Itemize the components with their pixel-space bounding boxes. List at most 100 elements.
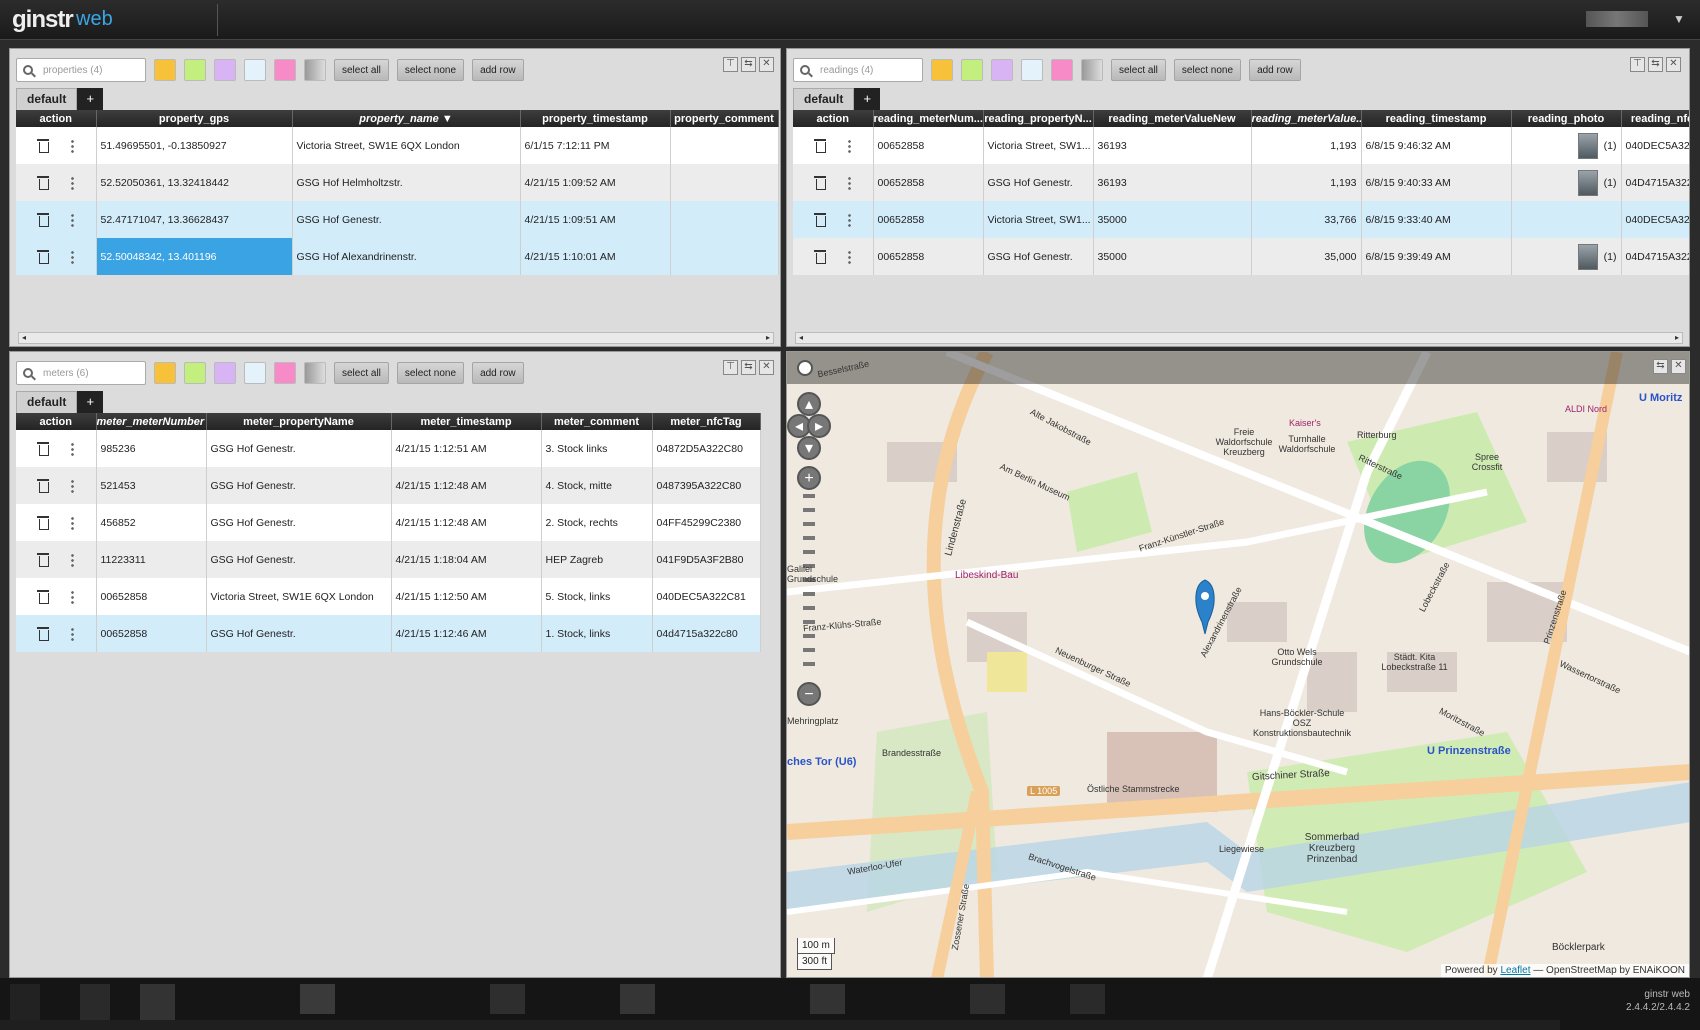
scroll-left-icon[interactable]: ◂ [19, 332, 29, 344]
drag-handle-icon[interactable] [848, 212, 852, 227]
zoom-out-button[interactable]: − [797, 682, 821, 706]
close-icon[interactable]: ✕ [759, 57, 774, 72]
cell-property[interactable]: GSG Hof Genestr. [206, 467, 392, 504]
color-filter-grey[interactable] [1081, 59, 1103, 81]
cell-property[interactable]: GSG Hof Genestr. [206, 430, 392, 467]
table-row-selected[interactable]: 52.50048342, 13.401196 GSG Hof Alexandri… [16, 238, 779, 275]
cell-timestamp[interactable]: 4/21/15 1:18:04 AM [391, 541, 542, 578]
chevron-down-icon[interactable]: ▼ [1673, 12, 1685, 26]
color-filter-grey[interactable] [304, 362, 326, 384]
column-header[interactable]: reading_meterValue... [1251, 110, 1362, 127]
pan-down-icon[interactable]: ▾ [797, 436, 821, 460]
cell-number[interactable]: 521453 [96, 467, 207, 504]
table-row[interactable]: 51.49695501, -0.13850927 Victoria Street… [16, 127, 779, 164]
drag-handle-icon[interactable] [71, 138, 75, 153]
drag-handle-icon[interactable] [848, 138, 852, 153]
close-icon[interactable]: ✕ [1666, 57, 1681, 72]
color-filter-lightblue[interactable] [244, 59, 266, 81]
trash-icon[interactable] [37, 138, 50, 153]
column-header[interactable]: reading_propertyN... [983, 110, 1094, 127]
drag-handle-icon[interactable] [71, 515, 75, 530]
leaflet-link[interactable]: Leaflet [1500, 965, 1530, 976]
trash-icon[interactable] [37, 212, 50, 227]
horizontal-scrollbar[interactable]: ◂ ▸ [795, 332, 1683, 344]
color-filter-purple[interactable] [991, 59, 1013, 81]
cell-value-new[interactable]: 35000 [1093, 238, 1252, 275]
cell-comment[interactable]: 4. Stock, mitte [541, 467, 653, 504]
table-row[interactable]: 00652858 GSG Hof Genestr. 35000 35,000 6… [793, 238, 1689, 275]
select-none-button[interactable]: select none [396, 362, 465, 384]
column-header[interactable]: action [793, 110, 874, 127]
table-row[interactable]: 52.52050361, 13.32418442 GSG Hof Helmhol… [16, 164, 779, 201]
filter-icon[interactable]: ⊤ [723, 360, 738, 375]
app-logo[interactable]: ginstr [12, 6, 74, 34]
column-header[interactable]: meter_nfcTag [652, 413, 761, 430]
table-row[interactable]: 11223311 GSG Hof Genestr. 4/21/15 1:18:0… [16, 541, 761, 578]
cell-nfc[interactable]: 040DEC5A322C81 [652, 578, 761, 615]
color-filter-lightblue[interactable] [1021, 59, 1043, 81]
color-filter-purple[interactable] [214, 362, 236, 384]
trash-icon[interactable] [814, 249, 827, 264]
cell-property[interactable]: Victoria Street, SW1E 6QX London [206, 578, 392, 615]
cell-timestamp[interactable]: 4/21/15 1:10:01 AM [520, 238, 671, 275]
select-all-button[interactable]: select all [1111, 59, 1166, 81]
add-row-button[interactable]: add row [1249, 59, 1301, 81]
cell-number[interactable]: 00652858 [96, 578, 207, 615]
cell-nfc[interactable]: 04D4715A322 [1621, 164, 1689, 201]
table-row[interactable]: 456852 GSG Hof Genestr. 4/21/15 1:12:48 … [16, 504, 761, 541]
cell-property[interactable]: Victoria Street, SW1... [983, 127, 1094, 164]
drag-handle-icon[interactable] [71, 249, 75, 264]
cell-value-new[interactable]: 35000 [1093, 201, 1252, 238]
user-menu[interactable] [1586, 11, 1648, 27]
cell-nfc[interactable]: 041F9D5A3F2B80 [652, 541, 761, 578]
cell-nfc[interactable]: 04872D5A322C80 [652, 430, 761, 467]
swap-icon[interactable]: ⇆ [1653, 359, 1668, 374]
photo-thumbnail[interactable] [1577, 132, 1598, 159]
tab-default[interactable]: default [793, 88, 855, 110]
drag-handle-icon[interactable] [71, 552, 75, 567]
column-header[interactable]: property_timestamp [520, 110, 671, 127]
cell-comment[interactable]: 1. Stock, links [541, 615, 653, 652]
trash-icon[interactable] [37, 626, 50, 641]
add-tab-button[interactable]: + [854, 88, 881, 110]
swap-icon[interactable]: ⇆ [741, 57, 756, 72]
cell-value[interactable]: 33,766 [1251, 201, 1362, 238]
cell-gps-active[interactable]: 52.50048342, 13.401196 [96, 238, 293, 275]
select-all-button[interactable]: select all [334, 362, 389, 384]
cell-timestamp[interactable]: 6/8/15 9:46:32 AM [1361, 127, 1512, 164]
cell-timestamp[interactable]: 4/21/15 1:12:46 AM [391, 615, 542, 652]
cell-value-new[interactable]: 36193 [1093, 164, 1252, 201]
cell-timestamp[interactable]: 6/8/15 9:40:33 AM [1361, 164, 1512, 201]
cell-meter[interactable]: 00652858 [873, 127, 984, 164]
cell-photo[interactable]: (1) [1511, 164, 1622, 201]
trash-icon[interactable] [37, 478, 50, 493]
column-header-sorted[interactable]: meter_meterNumber ▼ [96, 413, 207, 430]
cell-timestamp[interactable]: 6/8/15 9:33:40 AM [1361, 201, 1512, 238]
cell-comment[interactable] [670, 238, 779, 275]
trash-icon[interactable] [814, 175, 827, 190]
cell-property[interactable]: Victoria Street, SW1... [983, 201, 1094, 238]
cell-nfc[interactable]: 04d4715a322c80 [652, 615, 761, 652]
column-header[interactable]: meter_comment [541, 413, 653, 430]
cell-name[interactable]: GSG Hof Genestr. [292, 201, 521, 238]
cell-value-new[interactable]: 36193 [1093, 127, 1252, 164]
trash-icon[interactable] [814, 138, 827, 153]
color-filter-lightblue[interactable] [244, 362, 266, 384]
table-row[interactable]: 00652858 Victoria Street, SW1... 36193 1… [793, 127, 1689, 164]
cell-name[interactable]: GSG Hof Alexandrinenstr. [292, 238, 521, 275]
table-row-selected[interactable]: 00652858 GSG Hof Genestr. 4/21/15 1:12:4… [16, 615, 761, 652]
column-header[interactable]: action [16, 413, 97, 430]
trash-icon[interactable] [37, 249, 50, 264]
drag-handle-icon[interactable] [71, 175, 75, 190]
trash-icon[interactable] [814, 212, 827, 227]
zoom-slider[interactable] [803, 494, 815, 674]
select-none-button[interactable]: select none [396, 59, 465, 81]
filter-icon[interactable]: ⊤ [1630, 57, 1645, 72]
cell-comment[interactable]: 5. Stock, links [541, 578, 653, 615]
column-header[interactable]: action [16, 110, 97, 127]
add-row-button[interactable]: add row [472, 362, 524, 384]
cell-comment[interactable] [670, 127, 779, 164]
table-row[interactable]: 00652858 Victoria Street, SW1E 6QX Londo… [16, 578, 761, 615]
add-tab-button[interactable]: + [77, 391, 104, 413]
column-header[interactable]: reading_nfc [1621, 110, 1689, 127]
